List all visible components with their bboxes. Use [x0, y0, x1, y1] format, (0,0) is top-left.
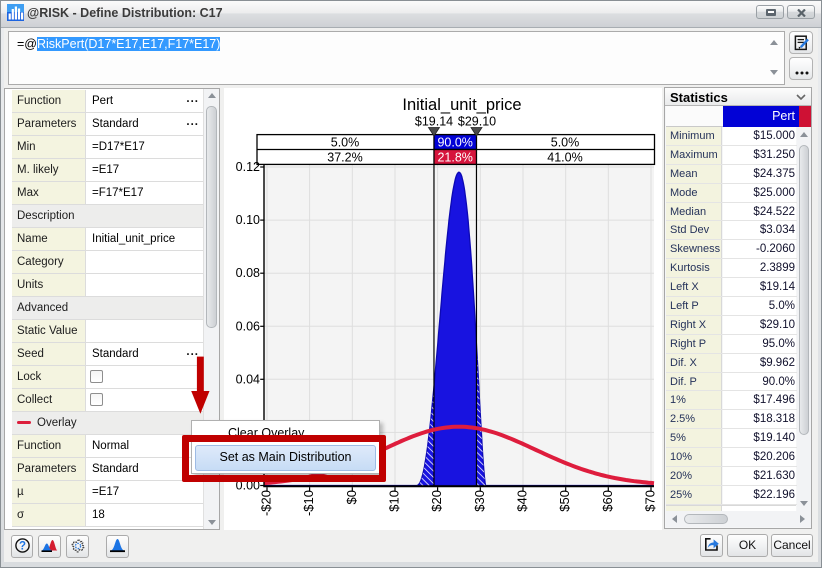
- svg-text:5.0%: 5.0%: [331, 136, 360, 150]
- svg-text:?: ?: [18, 541, 25, 553]
- svg-text:$30: $30: [472, 490, 487, 512]
- svg-text:$70: $70: [643, 490, 658, 512]
- svg-text:$29.10: $29.10: [458, 115, 496, 129]
- svg-text:$60: $60: [600, 490, 615, 512]
- svg-text:-$20: -$20: [259, 490, 274, 516]
- svg-text:$40: $40: [515, 490, 530, 512]
- svg-text:$0: $0: [344, 490, 359, 504]
- svg-text:0.04: 0.04: [236, 372, 260, 386]
- svg-text:21.8%: 21.8%: [437, 150, 472, 164]
- svg-text:-$10: -$10: [301, 490, 316, 516]
- svg-text:90.0%: 90.0%: [437, 136, 472, 150]
- svg-text:0.08: 0.08: [236, 266, 260, 280]
- svg-text:$50: $50: [557, 490, 572, 512]
- svg-text:$19.14: $19.14: [415, 115, 453, 129]
- svg-text:0.10: 0.10: [236, 213, 260, 227]
- svg-text:Initial_unit_price: Initial_unit_price: [402, 96, 521, 114]
- svg-text:$10: $10: [387, 490, 402, 512]
- svg-text:37.2%: 37.2%: [327, 150, 362, 164]
- svg-text:41.0%: 41.0%: [547, 150, 582, 164]
- svg-text:0.12: 0.12: [236, 160, 260, 174]
- svg-text:5.0%: 5.0%: [551, 136, 580, 150]
- svg-text:0.06: 0.06: [236, 319, 260, 333]
- svg-text:$20: $20: [429, 490, 444, 512]
